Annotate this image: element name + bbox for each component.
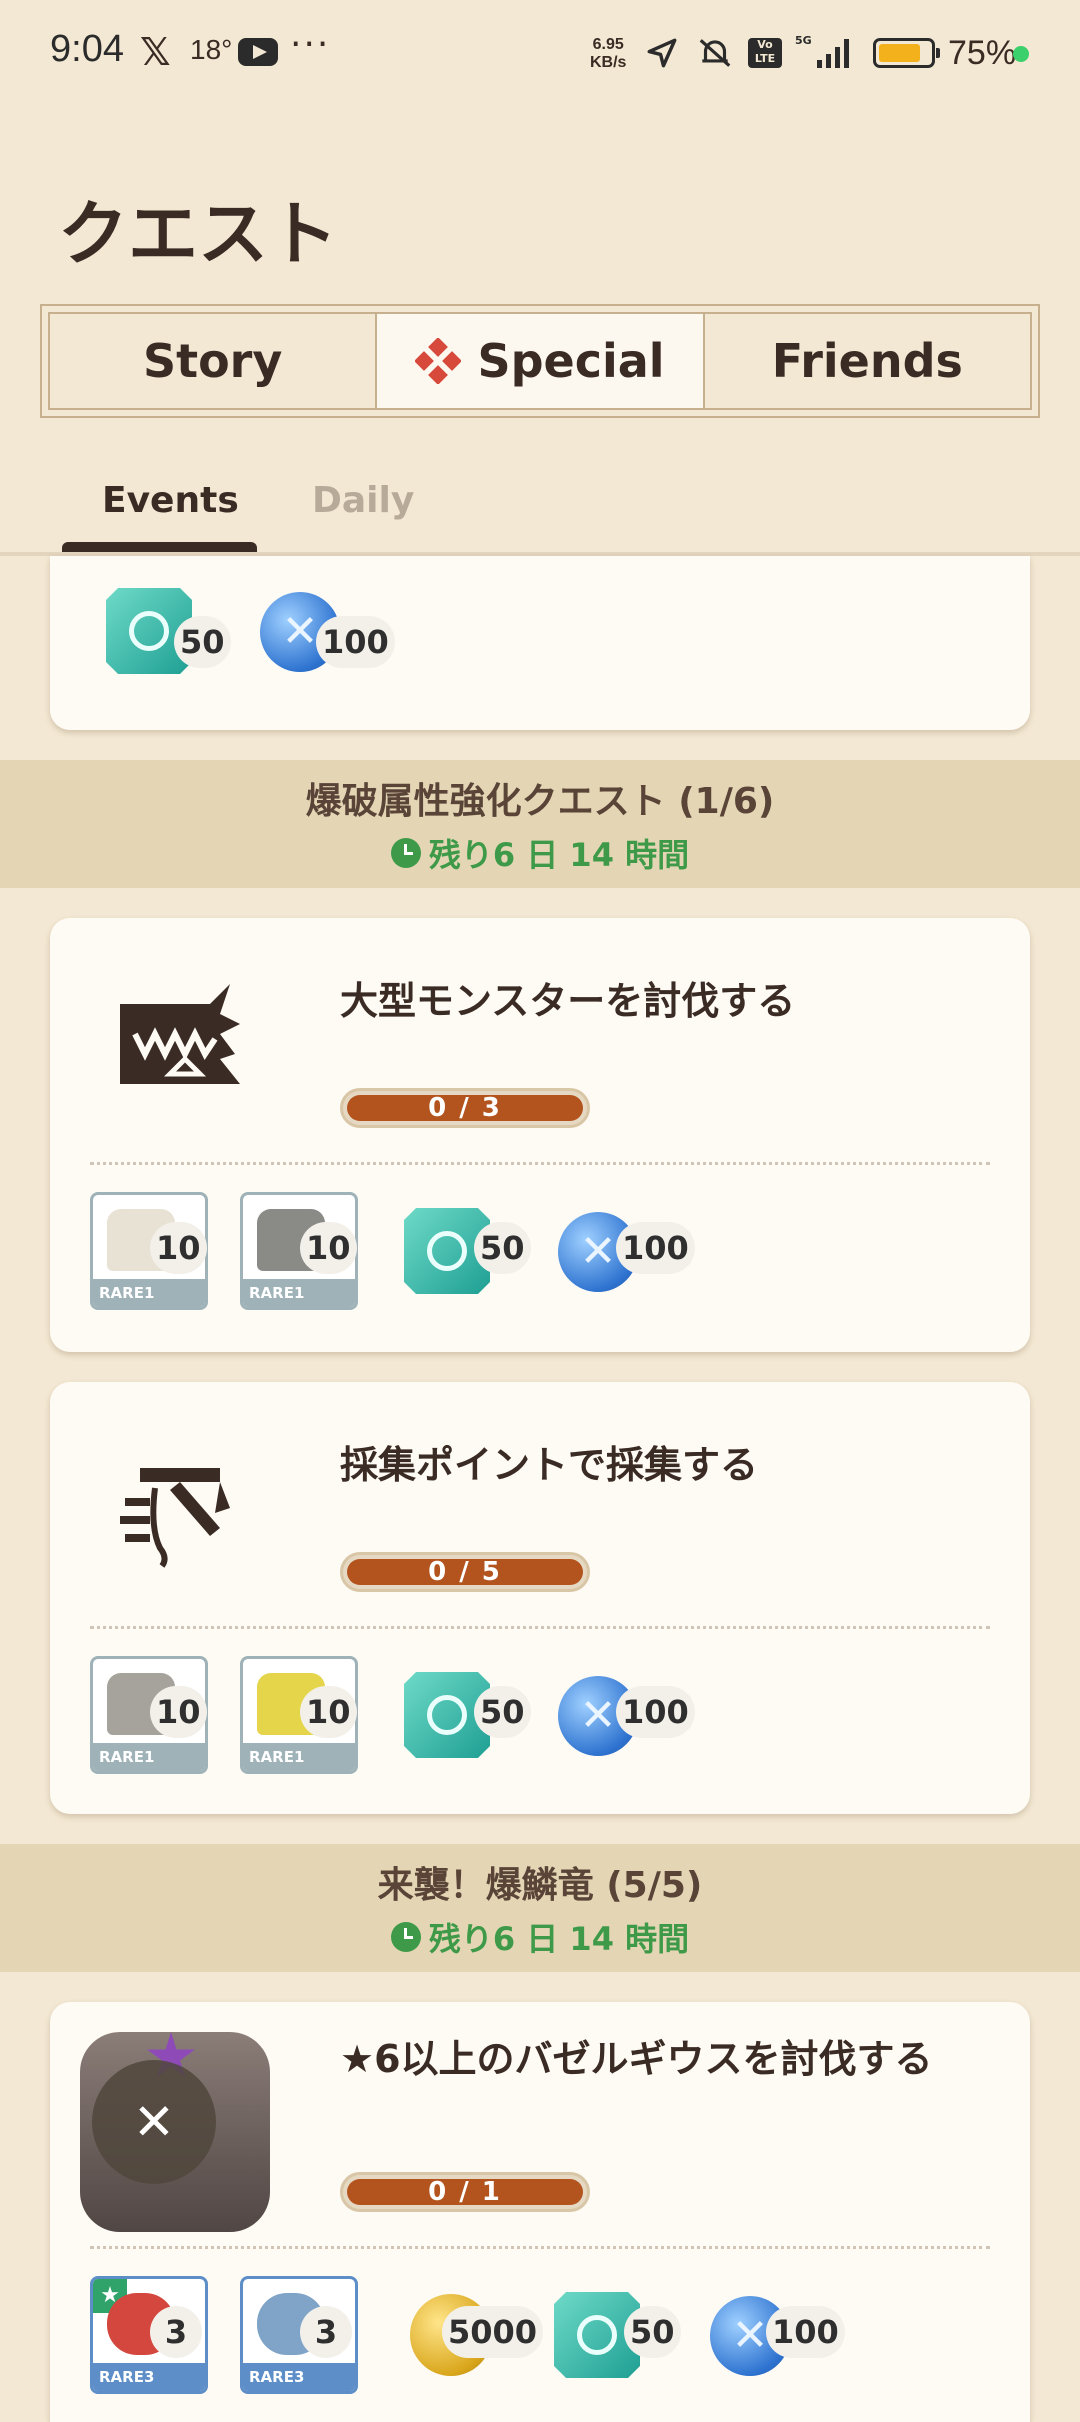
tab-story-label: Story [142,334,283,388]
reward-count: 10 [150,1222,207,1274]
reward-count: 50 [474,1686,531,1738]
privacy-indicator-dot [1013,46,1029,62]
x-app-icon: 𝕏 [140,30,171,74]
subtab-events[interactable]: Events [102,480,239,521]
section-header: 来襲！爆鱗竜 (5/5) 残り6 日 14 時間 [0,1844,1080,1972]
quest-title: ★6以上のバゼルギウスを討伐する [340,2037,933,2081]
quest-card[interactable]: 大型モンスターを討伐する 0 / 3 RARE1 10 RARE1 10 50 … [50,918,1030,1352]
clock-icon [390,838,421,868]
quest-card[interactable]: ★6以上のバゼルギウスを討伐する 0 / 1 ★ RARE3 3 RARE3 3… [50,2002,1030,2422]
section-title: 来襲！爆鱗竜 (5/5) [377,1865,703,1906]
card-divider [90,1162,990,1165]
tab-special[interactable]: Special [377,314,705,408]
reward-count: 3 [150,2306,202,2358]
quest-progress-bar: 0 / 1 [340,2172,590,2212]
section-remaining: 残り6 日 14 時間 [0,830,1080,876]
close-overlay-button[interactable]: ✕ [92,2060,216,2184]
card-divider [90,1626,990,1629]
rarity-label: RARE3 [243,2363,355,2391]
reward-count: 10 [150,1686,207,1738]
speed-value: 6.95 [592,36,624,53]
rarity-label: RARE3 [93,2363,205,2391]
quest-progress-bar: 0 / 5 [340,1552,590,1592]
quest-progress-text: 0 / 3 [347,1095,583,1121]
page-title: クエスト [58,193,338,275]
svg-text:5G: 5G [795,34,812,47]
quest-card[interactable]: 採集ポイントで採集する 0 / 5 RARE1 10 RARE1 10 50 1… [50,1382,1030,1814]
muted-bell-icon [699,39,731,67]
battery-percent: 75% [948,34,1017,72]
reward-count: 5000 [442,2306,544,2358]
status-temperature: 18° [190,34,233,65]
main-tabs: Story Special Friends [40,304,1040,418]
gathering-point-icon [120,1468,230,1568]
reward-count: 100 [766,2306,845,2358]
youtube-icon [238,38,278,66]
reward-count: 10 [300,1686,357,1738]
remaining-time: 残り6 日 14 時間 [428,836,690,874]
network-speed: 6.95 KB/s [590,36,626,72]
tab-friends-label: Friends [771,334,963,388]
more-notifications-icon: ··· [290,24,331,65]
reward-count: 10 [300,1222,357,1274]
status-time: 9:04 [50,28,124,70]
card-divider [90,2246,990,2249]
reward-count: 3 [300,2306,352,2358]
location-arrow-icon [647,38,677,68]
reward-count: 50 [174,616,231,668]
clock-icon [390,1922,421,1952]
subtab-daily[interactable]: Daily [312,480,414,521]
quest-progress-text: 0 / 1 [347,2179,583,2205]
battery-icon [873,38,940,68]
quest-title: 大型モンスターを討伐する [340,979,796,1023]
quest-card-partial[interactable]: 50 100 [50,556,1030,730]
reward-count: 50 [624,2306,681,2358]
reward-count: 100 [616,1686,695,1738]
tab-story[interactable]: Story [50,314,378,408]
tab-friends[interactable]: Friends [705,314,1030,408]
reward-count: 50 [474,1222,531,1274]
rarity-label: RARE1 [243,1279,355,1307]
signal-icon: 5G [795,34,849,68]
rarity-label: RARE1 [93,1743,205,1771]
speed-unit: KB/s [590,54,627,71]
special-diamond-icon [415,338,462,384]
quest-progress-text: 0 / 5 [347,1559,583,1585]
quest-title: 採集ポイントで採集する [340,1443,759,1487]
status-bar: 9:04 𝕏 18° ··· 6.95 KB/s Vo LTE 5G 75% [0,0,1080,110]
remaining-time: 残り6 日 14 時間 [428,1920,690,1958]
tab-special-label: Special [477,334,665,388]
large-monster-icon [120,984,240,1084]
section-header: 爆破属性強化クエスト (1/6) 残り6 日 14 時間 [0,760,1080,888]
reward-count: 100 [616,1222,695,1274]
quest-progress-bar: 0 / 3 [340,1088,590,1128]
rarity-label: RARE1 [243,1743,355,1771]
volte-icon: Vo LTE [748,38,782,68]
section-title: 爆破属性強化クエスト (1/6) [305,781,775,822]
reward-count: 100 [316,616,395,668]
rarity-label: RARE1 [93,1279,205,1307]
section-remaining: 残り6 日 14 時間 [0,1914,1080,1960]
